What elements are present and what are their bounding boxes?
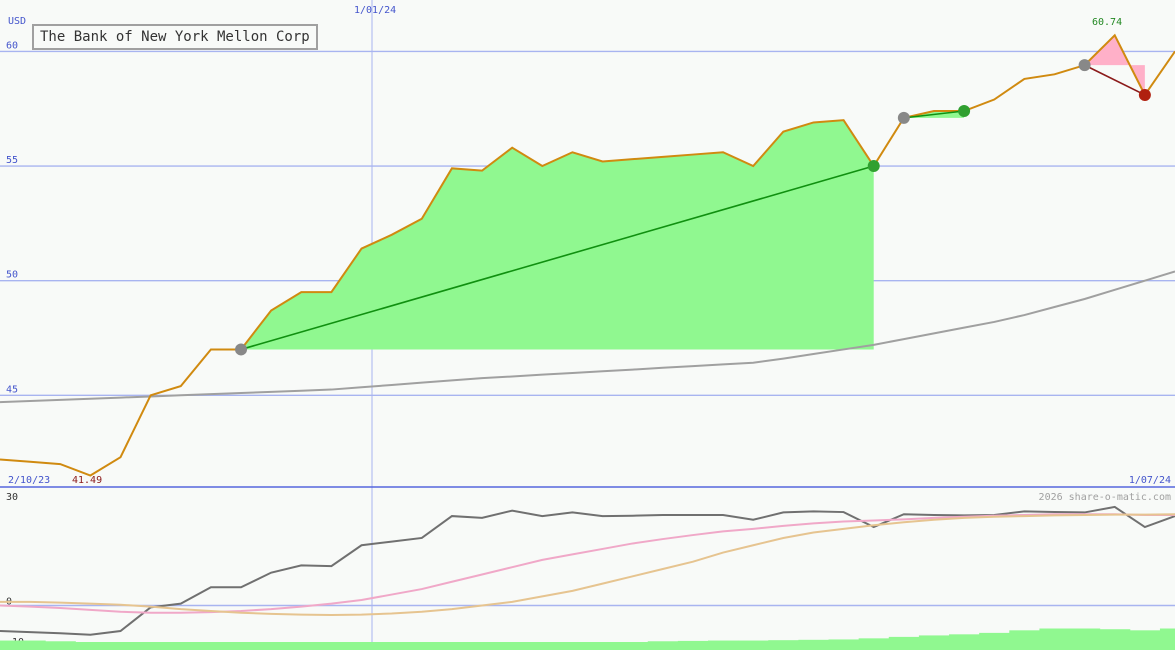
histogram-bar [1009, 630, 1040, 650]
histogram-bar [105, 642, 137, 650]
x-end-date-label: 1/07/24 [1129, 475, 1171, 486]
trade-exit-marker-2 [958, 105, 971, 117]
histogram-bar [75, 642, 106, 650]
trade-entry-marker-1 [235, 343, 248, 356]
histogram-bar [346, 642, 378, 650]
histogram-bar [888, 636, 920, 650]
watermark: 2026 share-o-matic.com [1039, 492, 1171, 503]
histogram-bar [677, 640, 709, 650]
histogram-bar [647, 641, 679, 650]
oscillator-tan-line [0, 513, 1175, 616]
histogram-bar [225, 642, 257, 650]
histogram-bar [858, 638, 890, 650]
histogram-bar [45, 641, 76, 650]
histogram-bar [949, 634, 980, 650]
histogram-bar [135, 642, 167, 650]
histogram-bar [406, 642, 438, 650]
oscillator-pink-line [0, 513, 1175, 614]
histogram-bar [316, 642, 347, 650]
histogram-bar [798, 639, 830, 650]
histogram-bar [195, 642, 227, 650]
y-tick-label-50: 50 [6, 270, 18, 281]
histogram-bar [768, 640, 799, 650]
trade-entry-marker-3 [1078, 59, 1091, 72]
max-price-label: 60.74 [1092, 17, 1122, 28]
histogram-bar [436, 642, 468, 650]
histogram-bar [738, 640, 769, 650]
stock-chart: 45 50 55 60 300-10 USD 1/01/24 60.74 2/10/2… [0, 0, 1175, 650]
histogram-bar [1069, 628, 1101, 650]
histogram-bar [918, 635, 950, 650]
y-axis-unit-label: USD [8, 16, 26, 27]
trade-region-1 [241, 120, 874, 350]
vline-date-label: 1/01/24 [354, 5, 396, 16]
y-tick-label-60: 60 [6, 40, 18, 51]
osc-tick-label-30: 30 [6, 492, 18, 503]
histogram-bar [466, 642, 498, 650]
histogram-bar [376, 642, 408, 650]
histogram-bar [15, 640, 46, 650]
histogram-bar [617, 642, 649, 650]
histogram-bar [497, 642, 528, 650]
histogram-bar [708, 640, 739, 650]
y-tick-label-45: 45 [6, 384, 18, 395]
histogram-bar [557, 642, 588, 650]
trade-region-3 [1084, 35, 1145, 95]
histogram-bar [1039, 628, 1071, 650]
histogram-bar [0, 640, 16, 650]
trade-entry-marker-2 [897, 111, 910, 124]
histogram-bar [1129, 630, 1161, 650]
trade-exit-marker-1 [867, 160, 880, 173]
histogram-bar [256, 642, 287, 650]
histogram-bar [587, 642, 619, 650]
trade-exit-marker-3 [1138, 88, 1151, 101]
histogram-bar [1159, 628, 1175, 650]
oscillator-panel: 300-10 [0, 492, 1175, 650]
oscillator-gray-line [0, 505, 1175, 636]
histogram-bar [165, 642, 197, 650]
x-start-date-label: 2/10/23 [8, 475, 50, 486]
y-tick-label-55: 55 [6, 155, 18, 166]
histogram-bar [1099, 629, 1131, 650]
histogram-bar [286, 642, 317, 650]
min-price-label: 41.49 [72, 475, 102, 486]
histogram-bar [527, 642, 558, 650]
histogram-bar [979, 632, 1010, 650]
chart-title: The Bank of New York Mellon Corp [32, 24, 318, 50]
histogram-bar [828, 639, 860, 650]
